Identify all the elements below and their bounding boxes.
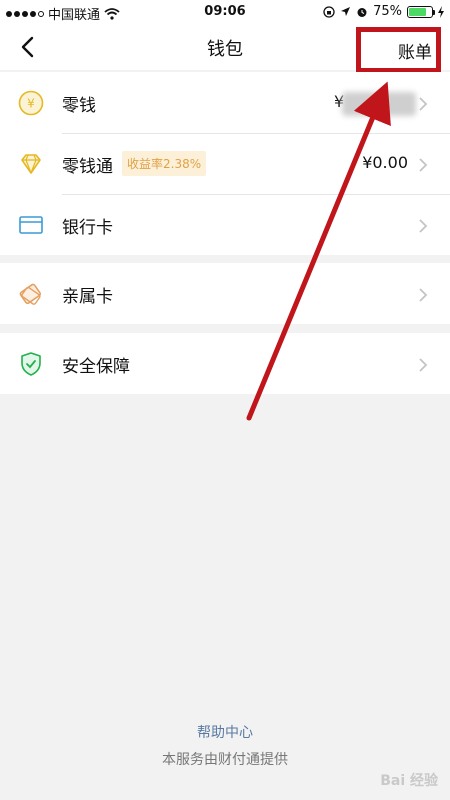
battery-icon	[407, 5, 435, 18]
chevron-right-icon	[419, 358, 428, 372]
alarm-icon	[357, 7, 367, 17]
nav-bar: 钱包 账单	[0, 24, 450, 73]
list-item-security[interactable]: 安全保障	[0, 333, 450, 394]
chevron-right-icon	[419, 97, 428, 111]
list-item-lingqiantong[interactable]: 零钱通 收益率2.38% ¥0.00	[0, 133, 450, 194]
bill-button[interactable]: 账单	[398, 38, 432, 63]
blurred-balance	[342, 92, 416, 116]
chevron-right-icon	[419, 158, 428, 172]
svg-text:¥: ¥	[27, 97, 35, 111]
list-item-bank-card[interactable]: 银行卡	[0, 194, 450, 255]
row-label-lingqiantong: 零钱通	[62, 157, 113, 177]
lingqiantong-value: ¥0.00	[362, 153, 408, 172]
orientation-lock-icon	[323, 5, 335, 18]
status-right: 75%	[323, 4, 444, 19]
yield-rate-badge: 收益率2.38%	[122, 151, 207, 176]
diamond-icon	[21, 154, 41, 174]
row-label-security: 安全保障	[62, 357, 130, 377]
row-label-family-card: 亲属卡	[62, 287, 113, 307]
yen-coin-icon: ¥	[18, 90, 44, 116]
shield-check-icon	[21, 352, 41, 376]
battery-percent: 75%	[373, 4, 402, 19]
list-item-family-card[interactable]: 亲属卡	[0, 263, 450, 324]
list-item-change[interactable]: ¥ 零钱 ¥	[0, 72, 450, 133]
wallet-group-family: 亲属卡	[0, 263, 450, 324]
bill-highlight-box: 账单	[356, 27, 441, 73]
location-icon	[341, 7, 351, 16]
status-bar: 中国联通 09:06 75%	[0, 0, 450, 24]
service-provider-note: 本服务由财付通提供	[162, 752, 288, 768]
wallet-group-primary: ¥ 零钱 ¥ 零钱通 收益率2.38% ¥0.00 银行卡	[0, 72, 450, 255]
row-label-change: 零钱	[62, 96, 96, 116]
chevron-right-icon	[419, 288, 428, 302]
bank-card-icon	[19, 216, 43, 234]
battery-level	[409, 7, 426, 16]
chevron-right-icon	[419, 219, 428, 233]
row-label-bank-card: 银行卡	[62, 218, 113, 238]
baidu-jingyan-watermark: Bai 经验	[380, 773, 438, 789]
family-card-icon	[19, 283, 42, 305]
help-center-link[interactable]: 帮助中心	[0, 722, 450, 742]
charging-icon	[438, 5, 444, 18]
wallet-group-security: 安全保障	[0, 333, 450, 394]
